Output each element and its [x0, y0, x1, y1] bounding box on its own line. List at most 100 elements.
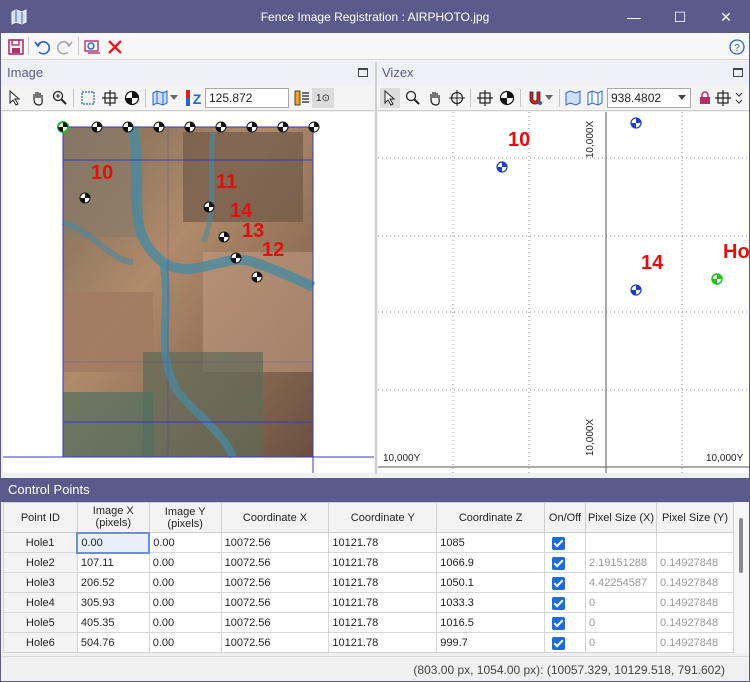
column-header[interactable]: Coordinate X — [220, 502, 330, 533]
vizex-zoom-tool[interactable] — [403, 88, 423, 108]
on-off-cell[interactable] — [544, 592, 586, 613]
cell-cy[interactable]: 10121.78 — [328, 592, 438, 613]
cell-psx[interactable]: 0 — [585, 612, 657, 633]
row-point-id[interactable]: Hole2 — [3, 552, 78, 573]
cell-cx[interactable]: 10072.56 — [220, 592, 330, 613]
cell-psx[interactable]: 4.42254587 — [585, 572, 657, 593]
panel-splitter[interactable] — [375, 62, 377, 474]
cell-psx[interactable]: 2.19151288 — [585, 552, 657, 573]
cell-ix[interactable]: 0.00 — [76, 531, 151, 554]
cell-iy[interactable]: 0.00 — [148, 572, 222, 593]
cell-psx[interactable]: 0 — [585, 632, 657, 652]
cell-cz[interactable]: 1066.9 — [436, 552, 546, 573]
vizex-extents-button[interactable] — [713, 88, 733, 108]
on-off-cell[interactable] — [544, 572, 586, 593]
vizex-panel-maximize-icon[interactable] — [733, 68, 743, 77]
table-row[interactable]: Hole2 107.11 0.00 10072.56 10121.78 1066.9 2.1… — [3, 552, 734, 573]
cell-cz[interactable]: 1050.1 — [436, 572, 546, 593]
maximize-button[interactable]: ☐ — [657, 1, 703, 33]
image-panel-maximize-icon[interactable] — [358, 68, 368, 77]
on-off-cell[interactable] — [544, 532, 586, 553]
legend-button[interactable] — [292, 88, 312, 108]
cell-iy[interactable]: 0.00 — [148, 632, 222, 652]
help-button[interactable]: ? — [727, 37, 747, 57]
cell-cz[interactable]: 1085 — [436, 532, 546, 553]
column-header[interactable]: On/Off — [544, 502, 586, 533]
column-header[interactable]: Coordinate Y — [328, 502, 438, 533]
control-point-button[interactable] — [122, 88, 142, 108]
cell-ix[interactable]: 405.35 — [76, 612, 150, 633]
cell-cz[interactable]: 1033.3 — [436, 592, 546, 613]
vizex-select-tool[interactable] — [380, 88, 400, 108]
column-header[interactable]: Point ID — [3, 502, 78, 533]
cell-cx[interactable]: 10072.56 — [220, 632, 330, 652]
center-button[interactable] — [100, 88, 120, 108]
vizex-scale-input[interactable]: 938.4802 — [607, 88, 691, 108]
on-off-cell[interactable] — [544, 552, 586, 573]
vizex-control-point-button[interactable] — [497, 88, 517, 108]
cell-psy[interactable]: 0.14927848 — [655, 632, 734, 652]
column-header[interactable]: Image Y (pixels) — [148, 502, 222, 533]
cell-cx[interactable]: 10072.56 — [220, 532, 330, 553]
vizex-lock-button[interactable] — [695, 88, 715, 108]
column-header[interactable]: Pixel Size (X) — [585, 502, 657, 533]
cell-cx[interactable]: 10072.56 — [220, 612, 330, 633]
cell-cz[interactable]: 999.7 — [436, 632, 546, 652]
cell-ix[interactable]: 305.93 — [76, 592, 150, 613]
image-canvas[interactable]: 10 11 14 13 12 — [3, 112, 374, 473]
column-header[interactable]: Image X (pixels) — [76, 502, 150, 533]
cell-psx[interactable] — [585, 532, 657, 553]
cell-ix[interactable]: 206.52 — [76, 572, 150, 593]
cell-psx[interactable]: 0 — [585, 592, 657, 613]
cell-psy[interactable]: 0.14927848 — [655, 592, 734, 613]
row-point-id[interactable]: Hole5 — [3, 612, 78, 633]
select-tool[interactable] — [5, 88, 25, 108]
cell-psy[interactable]: 0.14927848 — [655, 612, 734, 633]
row-point-id[interactable]: Hole4 — [3, 592, 78, 613]
cell-cy[interactable]: 10121.78 — [328, 552, 438, 573]
map-dropdown[interactable] — [168, 88, 180, 108]
row-point-id[interactable]: Hole1 — [3, 532, 78, 553]
undo-button[interactable] — [32, 37, 52, 57]
on-off-checkbox[interactable] — [552, 536, 566, 550]
on-off-checkbox[interactable] — [552, 576, 566, 590]
pan-tool[interactable] — [28, 88, 48, 108]
zoom-tool[interactable] — [50, 88, 70, 108]
cell-psy[interactable]: 0.14927848 — [655, 552, 734, 573]
cell-ix[interactable]: 107.11 — [76, 552, 150, 573]
cell-cx[interactable]: 10072.56 — [220, 572, 330, 593]
zoom-extents-button[interactable] — [78, 88, 98, 108]
delete-button[interactable] — [105, 37, 125, 57]
chevron-down-icon[interactable] — [678, 95, 686, 101]
table-row[interactable]: Hole3 206.52 0.00 10072.56 10121.78 1050.1 4.4… — [3, 572, 734, 593]
minimize-button[interactable]: — — [611, 1, 657, 33]
cell-psy[interactable]: 0.14927848 — [655, 572, 734, 593]
on-off-cell[interactable] — [544, 612, 586, 633]
vizex-map-button-2[interactable] — [585, 88, 605, 108]
cell-iy[interactable]: 0.00 — [148, 552, 222, 573]
cell-psy[interactable] — [655, 532, 734, 553]
grid-vertical-scrollbar[interactable] — [734, 502, 749, 653]
cell-cy[interactable]: 10121.78 — [328, 612, 438, 633]
on-off-checkbox[interactable] — [552, 616, 566, 630]
cell-cy[interactable]: 10121.78 — [328, 532, 438, 553]
cell-iy[interactable]: 0.00 — [148, 592, 222, 613]
table-row[interactable]: Hole1 0.00 0.00 10072.56 10121.78 1085 — [3, 531, 734, 554]
vizex-overflow-button[interactable] — [733, 88, 745, 108]
vizex-pan-tool[interactable] — [425, 88, 445, 108]
vizex-snap-button[interactable] — [525, 88, 545, 108]
cell-cy[interactable]: 10121.78 — [328, 572, 438, 593]
extra-toggle-button[interactable]: 1⊙ — [312, 88, 334, 108]
save-button[interactable] — [6, 37, 26, 57]
row-point-id[interactable]: Hole6 — [3, 632, 78, 652]
cell-cx[interactable]: 10072.56 — [220, 552, 330, 573]
vizex-center-button[interactable] — [475, 88, 495, 108]
table-row[interactable]: Hole4 305.93 0.00 10072.56 10121.78 1033.3 0 0.… — [3, 592, 734, 613]
column-header[interactable]: Pixel Size (Y) — [655, 502, 734, 533]
column-header[interactable]: Coordinate Z — [436, 502, 546, 533]
redo-button[interactable] — [55, 37, 75, 57]
cell-cy[interactable]: 10121.78 — [328, 632, 438, 652]
table-row[interactable]: Hole5 405.35 0.00 10072.56 10121.78 1016.5 0 0.… — [3, 612, 734, 633]
map-button[interactable] — [150, 88, 170, 108]
cell-iy[interactable]: 0.00 — [148, 532, 222, 553]
